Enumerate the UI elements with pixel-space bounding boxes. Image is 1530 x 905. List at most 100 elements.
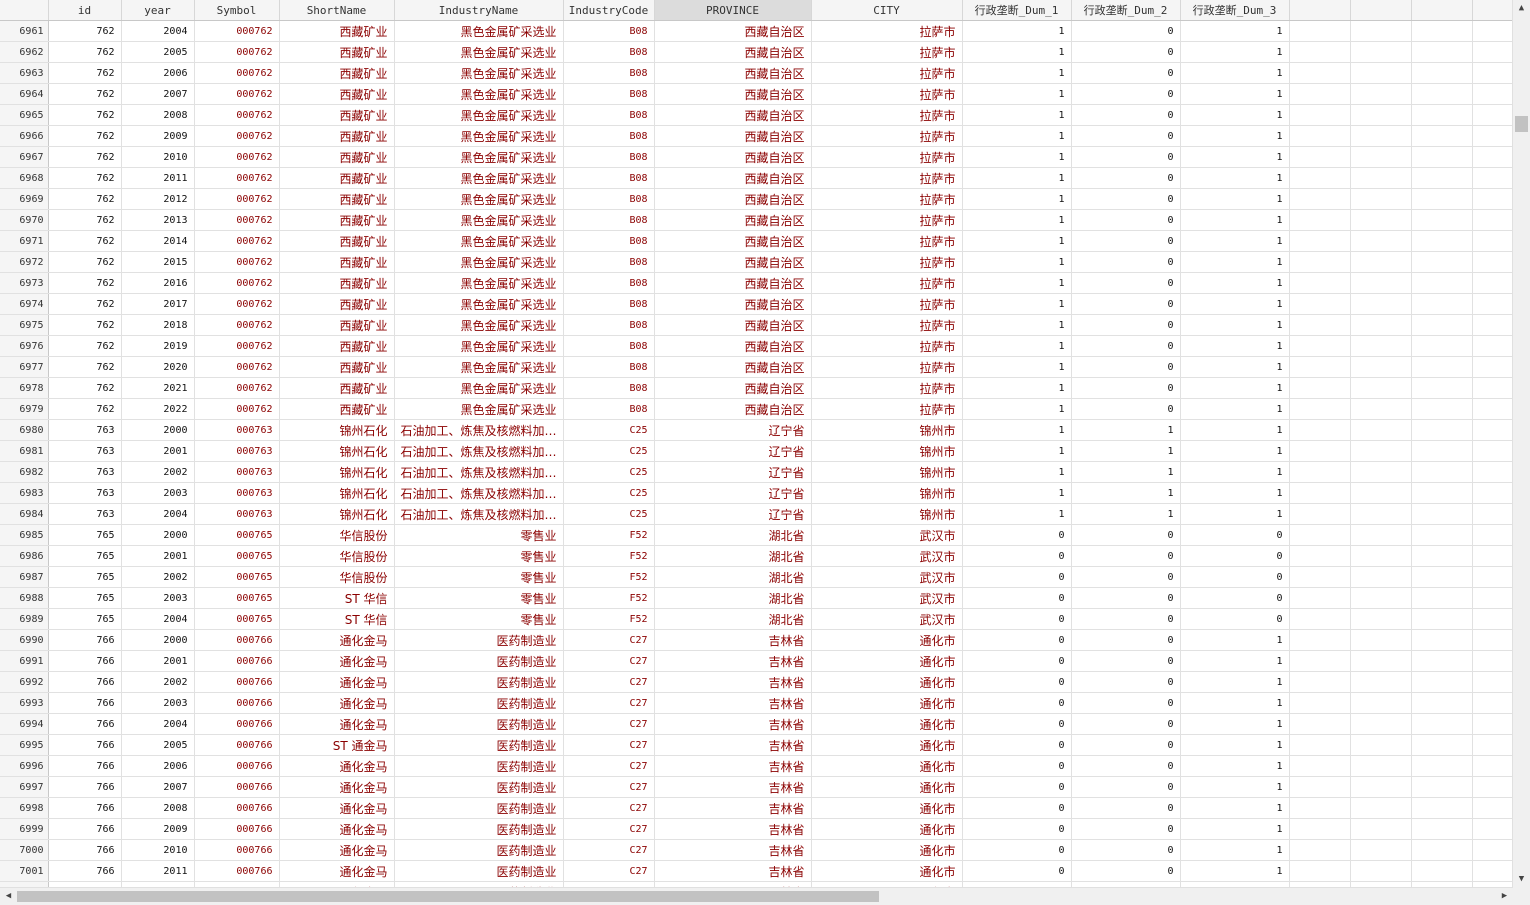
table-cell[interactable]: 医药制造业	[394, 755, 564, 777]
table-cell[interactable]: 000766	[194, 734, 280, 756]
empty-cell[interactable]	[1472, 104, 1513, 126]
table-cell[interactable]: 0	[1071, 41, 1181, 63]
table-cell[interactable]: 锦州石化	[279, 503, 395, 525]
table-cell[interactable]: 0	[1071, 146, 1181, 168]
table-cell[interactable]: 2007	[121, 776, 195, 798]
empty-cell[interactable]	[1411, 755, 1473, 777]
table-cell[interactable]: B08	[563, 251, 655, 273]
table-cell[interactable]: 0	[1180, 545, 1290, 567]
table-cell[interactable]: 2002	[121, 566, 195, 588]
empty-cell[interactable]	[1350, 167, 1412, 189]
table-cell[interactable]: 1	[962, 83, 1072, 105]
table-cell[interactable]: 辽宁省	[654, 503, 812, 525]
table-cell[interactable]: 黑色金属矿采选业	[394, 251, 564, 273]
table-cell[interactable]: 西藏自治区	[654, 314, 812, 336]
empty-cell[interactable]	[1472, 398, 1513, 420]
empty-cell[interactable]	[1289, 104, 1351, 126]
table-cell[interactable]: 0	[1071, 692, 1181, 714]
table-cell[interactable]: 石油加工、炼焦及核燃料加…	[394, 503, 564, 525]
table-cell[interactable]: 000762	[194, 335, 280, 357]
empty-cell[interactable]	[1411, 335, 1473, 357]
table-cell[interactable]: 762	[48, 356, 122, 378]
table-cell[interactable]: 762	[48, 335, 122, 357]
row-number[interactable]: 6995	[0, 734, 49, 756]
column-header-industrycode[interactable]: IndustryCode	[563, 0, 655, 21]
table-cell[interactable]: 000766	[194, 671, 280, 693]
table-cell[interactable]: 锦州市	[811, 419, 963, 441]
row-number[interactable]: 6967	[0, 146, 49, 168]
left-arrow-icon[interactable]: ◀	[0, 888, 17, 905]
table-cell[interactable]: 2004	[121, 608, 195, 630]
empty-cell[interactable]	[1289, 608, 1351, 630]
empty-cell[interactable]	[1411, 461, 1473, 483]
empty-cell[interactable]	[1350, 671, 1412, 693]
empty-cell[interactable]	[1350, 188, 1412, 210]
table-cell[interactable]: 通化市	[811, 818, 963, 840]
table-cell[interactable]: 0	[962, 671, 1072, 693]
empty-cell[interactable]	[1350, 587, 1412, 609]
table-cell[interactable]: F52	[563, 545, 655, 567]
table-cell[interactable]: 医药制造业	[394, 692, 564, 714]
table-cell[interactable]: 1	[1180, 125, 1290, 147]
empty-cell[interactable]	[1350, 734, 1412, 756]
table-cell[interactable]: 西藏矿业	[279, 293, 395, 315]
table-cell[interactable]: 拉萨市	[811, 167, 963, 189]
table-cell[interactable]: 0	[1071, 713, 1181, 735]
table-cell[interactable]: 华信股份	[279, 524, 395, 546]
table-cell[interactable]: 1	[1180, 776, 1290, 798]
table-cell[interactable]: C27	[563, 650, 655, 672]
table-cell[interactable]: C27	[563, 839, 655, 861]
table-cell[interactable]: ST 华信	[279, 608, 395, 630]
row-number[interactable]: 6992	[0, 671, 49, 693]
table-cell[interactable]: B08	[563, 188, 655, 210]
table-cell[interactable]: 1	[1180, 314, 1290, 336]
empty-cell[interactable]	[1289, 713, 1351, 735]
table-cell[interactable]: C27	[563, 818, 655, 840]
table-cell[interactable]: 西藏自治区	[654, 356, 812, 378]
table-cell[interactable]: 0	[1071, 587, 1181, 609]
empty-cell[interactable]	[1411, 314, 1473, 336]
empty-cell[interactable]	[1350, 377, 1412, 399]
table-cell[interactable]: 1	[962, 398, 1072, 420]
empty-cell[interactable]	[1289, 83, 1351, 105]
empty-cell[interactable]	[1289, 167, 1351, 189]
empty-cell[interactable]	[1472, 860, 1513, 882]
empty-cell[interactable]	[1350, 62, 1412, 84]
table-cell[interactable]: 0	[1071, 188, 1181, 210]
row-number[interactable]: 6981	[0, 440, 49, 462]
empty-cell[interactable]	[1350, 314, 1412, 336]
table-cell[interactable]: 湖北省	[654, 587, 812, 609]
table-cell[interactable]: 1	[1180, 335, 1290, 357]
empty-cell[interactable]	[1472, 146, 1513, 168]
vertical-scrollbar[interactable]: ▲ ▼	[1512, 0, 1530, 888]
empty-cell[interactable]	[1472, 692, 1513, 714]
table-cell[interactable]: 拉萨市	[811, 104, 963, 126]
table-cell[interactable]: 西藏矿业	[279, 398, 395, 420]
table-cell[interactable]: 765	[48, 587, 122, 609]
empty-cell[interactable]	[1350, 755, 1412, 777]
table-cell[interactable]: 000763	[194, 440, 280, 462]
column-header-dum-2[interactable]: 行政垄断_Dum_2	[1071, 0, 1181, 21]
table-cell[interactable]: 武汉市	[811, 608, 963, 630]
table-cell[interactable]: 763	[48, 503, 122, 525]
empty-cell[interactable]	[1411, 20, 1473, 42]
table-cell[interactable]: 1	[1180, 209, 1290, 231]
empty-cell[interactable]	[1289, 566, 1351, 588]
table-cell[interactable]: B08	[563, 20, 655, 42]
table-cell[interactable]: 1	[962, 440, 1072, 462]
table-cell[interactable]: 000766	[194, 692, 280, 714]
table-cell[interactable]: 通化市	[811, 860, 963, 882]
table-cell[interactable]: 000762	[194, 20, 280, 42]
table-cell[interactable]: 0	[1071, 314, 1181, 336]
table-cell[interactable]: 拉萨市	[811, 377, 963, 399]
empty-cell[interactable]	[1472, 209, 1513, 231]
table-cell[interactable]: 2002	[121, 461, 195, 483]
table-cell[interactable]: 1	[962, 503, 1072, 525]
table-cell[interactable]: 通化金马	[279, 839, 395, 861]
table-cell[interactable]: C25	[563, 461, 655, 483]
table-cell[interactable]: 1	[962, 419, 1072, 441]
table-cell[interactable]: 0	[962, 524, 1072, 546]
table-cell[interactable]: 0	[1071, 377, 1181, 399]
table-cell[interactable]: 通化金马	[279, 797, 395, 819]
table-cell[interactable]: 0	[1071, 335, 1181, 357]
